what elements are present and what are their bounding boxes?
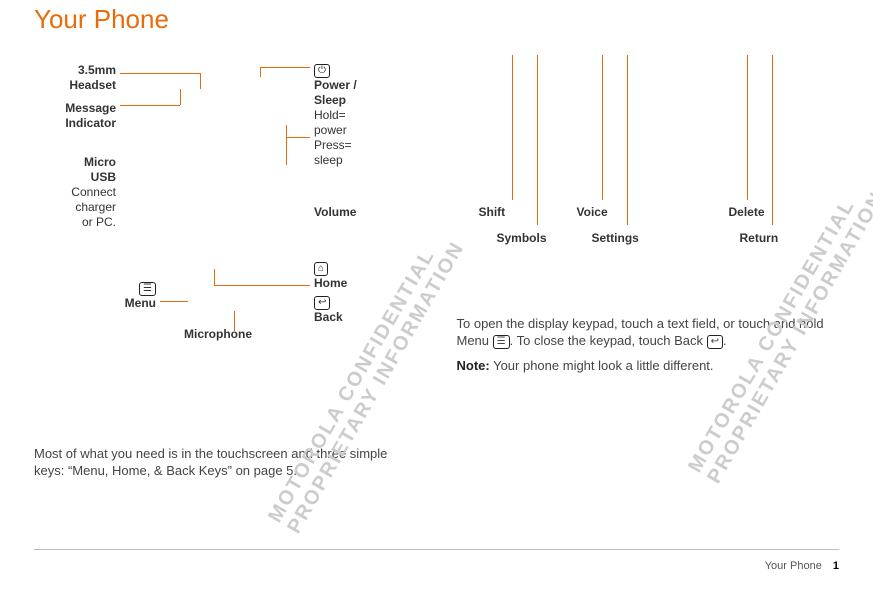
label-return: Return [740, 231, 779, 245]
right-body-text-1: To open the display keypad, touch a text… [457, 315, 840, 349]
label-shift: Shift [479, 205, 506, 219]
label-settings: Settings [592, 231, 639, 245]
label-symbols: Symbols [497, 231, 547, 245]
callout-home: ⌂ Home [314, 261, 347, 291]
right-note: Note: Your phone might look a little dif… [457, 357, 840, 374]
phone-hardware-diagram: 3.5mm Headset Message Indicator Micro US… [34, 35, 417, 385]
callout-menu: ☰ Menu [74, 281, 156, 311]
footer-page-number: 1 [833, 560, 839, 572]
footer-rule [34, 549, 839, 550]
back-icon: ↩ [314, 296, 330, 310]
callout-back: ↩ Back [314, 295, 343, 325]
footer-section: Your Phone [765, 560, 822, 572]
keypad-diagram: Shift Voice Delete Symbols Settings Retu… [457, 55, 840, 315]
page-footer: Your Phone 1 [765, 560, 839, 572]
label-delete: Delete [729, 205, 765, 219]
callout-message-indicator: Message Indicator [34, 101, 116, 131]
callout-microphone: Microphone [184, 327, 252, 342]
callout-power-sleep: ⏻ Power / Sleep Hold= power Press= sleep [314, 63, 357, 168]
menu-icon: ☰ [493, 335, 510, 349]
callout-volume: Volume [314, 205, 356, 220]
back-icon: ↩ [707, 335, 723, 349]
menu-icon: ☰ [139, 282, 156, 296]
callout-micro-usb: Micro USB Connect charger or PC. [34, 155, 116, 230]
callout-headset: 3.5mm Headset [34, 63, 116, 93]
home-icon: ⌂ [314, 262, 328, 276]
power-icon: ⏻ [314, 64, 330, 78]
left-body-text: Most of what you need is in the touchscr… [34, 445, 417, 479]
label-voice: Voice [577, 205, 608, 219]
page-title: Your Phone [0, 0, 873, 35]
